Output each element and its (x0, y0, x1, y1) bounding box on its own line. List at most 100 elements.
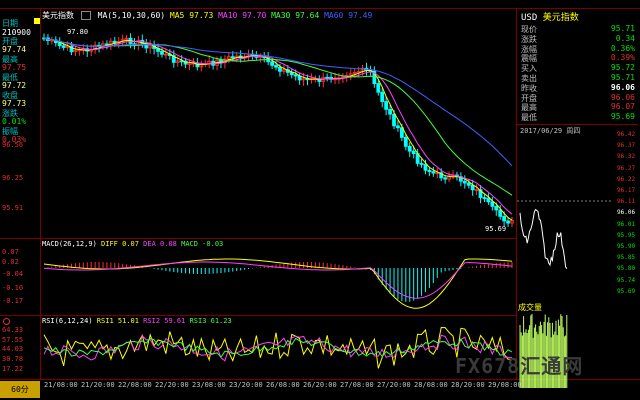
time-axis-label: 21/20:00 (81, 381, 115, 389)
tick-axis-label: 95.69 (617, 287, 636, 295)
tick-axis-label: 96.17 (617, 187, 636, 194)
ma5-line (43, 37, 513, 221)
quote-panel: USD 美元指数 现价 95.71 涨跌 0.34 涨幅 0.36% 震幅 0.39% 买入 95… (517, 8, 638, 388)
quote-date: 2017/06/29 周四 (520, 127, 581, 135)
candle-body (396, 125, 400, 129)
quote-row-value: 95.71 (610, 24, 635, 33)
tick-axis-label: 96.32 (617, 153, 636, 161)
time-axis-label: 22/20:00 (155, 381, 189, 389)
time-axis-label: 23/20:00 (229, 381, 263, 389)
candle-body (61, 45, 66, 48)
time-axis-label: 23/08:00 (192, 381, 226, 389)
candle-body (443, 177, 448, 180)
tick-axis-label: 96.42 (617, 131, 636, 138)
candle-body (384, 101, 389, 110)
tick-axis-label: 95.80 (617, 265, 636, 273)
rsi2-value: RSI2 59.61 (143, 317, 186, 325)
rsi3-line (43, 337, 513, 358)
candle-body (380, 91, 385, 102)
candle-body (407, 145, 412, 152)
volume-label: 成交量 (518, 303, 542, 312)
rsi-axis-label: 57.55 (2, 336, 24, 344)
quote-row-value: 96.06 (610, 92, 635, 102)
tick-axis-label: 95.85 (617, 254, 636, 262)
tick-axis-label: 96.27 (617, 164, 636, 172)
peak-price-label: 97.80 (67, 28, 89, 36)
quote-row-value: 0.34 (615, 33, 635, 43)
tick-axis-label: 96.01 (617, 220, 636, 228)
rsi-axis-label: 17.22 (2, 365, 24, 373)
macd-legend: MACD(26,12,9) DIFF 0.07 DEA 0.08 MACD -0… (42, 240, 223, 248)
candle-body (419, 163, 424, 165)
rsi-params: RSI(6,12,24) (42, 317, 93, 325)
candle-body (274, 64, 278, 68)
macd-axis-label: -0.17 (2, 297, 24, 305)
quote-name: 美元指数 (542, 13, 579, 23)
diff-line (43, 258, 513, 309)
candle-body (490, 201, 495, 207)
time-axis-label: 22/08:00 (118, 381, 152, 389)
candle-body (230, 56, 235, 59)
tick-axis-label: 96.11 (617, 198, 636, 206)
candle-body (498, 209, 503, 217)
candle-body (427, 169, 432, 172)
candle-body (403, 136, 408, 147)
candle-body (278, 66, 282, 72)
quote-divider (517, 124, 638, 125)
time-axis-label: 27/20:00 (377, 381, 411, 389)
ma60-line (43, 37, 513, 167)
rsi1-value: RSI1 51.01 (96, 317, 139, 325)
candle-body (388, 109, 392, 115)
quote-row-value: 95.69 (610, 112, 635, 122)
candle-body (325, 76, 330, 79)
tick-axis-label: 96.37 (617, 142, 636, 150)
macd-axis-label: -0.04 (2, 270, 24, 278)
macd-dea: DEA 0.08 (143, 240, 177, 248)
rsi-axis-label: 44.03 (2, 345, 24, 353)
candle-body (431, 171, 436, 174)
candle-body (466, 182, 471, 186)
time-axis-label: 27/08:00 (340, 381, 374, 389)
time-axis-label: 28/20:00 (451, 381, 485, 389)
candle-body (494, 205, 499, 211)
rsi-settings-icon[interactable] (3, 318, 10, 325)
tick-axis-label: 95.74 (617, 276, 636, 284)
macd-diff: DIFF 0.07 (101, 240, 139, 248)
rsi-legend: RSI(6,12,24) RSI1 51.01 RSI2 59.61 RSI3 … (42, 317, 232, 325)
tick-axis-label: 96.06 (617, 209, 636, 217)
candle-body (376, 83, 381, 93)
quote-row-value: 96.07 (610, 102, 635, 112)
time-axis-label: 26/20:00 (303, 381, 337, 389)
time-axis-label: 26/08:00 (266, 381, 300, 389)
candle-body (293, 74, 298, 77)
quote-header: USD 美元指数 (521, 10, 579, 23)
macd-axis-label: -0.10 (2, 284, 24, 292)
tick-axis-label: 96.22 (617, 175, 636, 183)
period-button[interactable]: 60分 (0, 381, 40, 398)
rsi-axis-label: 64.33 (2, 326, 24, 334)
candle-body (502, 216, 507, 222)
quote-symbol: USD (521, 13, 538, 23)
candle-body (506, 220, 510, 224)
quote-row-value: 95.72 (610, 63, 635, 73)
time-axis-label: 21/08:00 (44, 381, 78, 389)
candle-body (270, 61, 275, 66)
macd-axis-label: 0.07 (2, 248, 19, 256)
candle-body (462, 180, 467, 184)
candle-body (112, 40, 117, 44)
quote-row-label: 最低 (521, 113, 537, 123)
rsi3-value: RSI3 61.23 (189, 317, 232, 325)
candle-body (392, 113, 396, 127)
quote-row-value: 96.06 (610, 82, 635, 92)
tick-axis-label: 95.95 (617, 231, 636, 239)
low-price-label: 95.69 (485, 225, 507, 233)
quote-row-value: 95.71 (610, 73, 635, 82)
candle-body (160, 51, 164, 55)
rsi-axis-label: 30.78 (2, 355, 24, 363)
tick-axis-label: 95.90 (617, 243, 636, 250)
candle-body (423, 163, 428, 171)
macd-axis-label: 0.02 (2, 258, 19, 266)
candle-body (482, 197, 487, 199)
watermark: FX678汇通网 (455, 354, 584, 378)
quote-row-value: 0.39% (610, 53, 635, 63)
